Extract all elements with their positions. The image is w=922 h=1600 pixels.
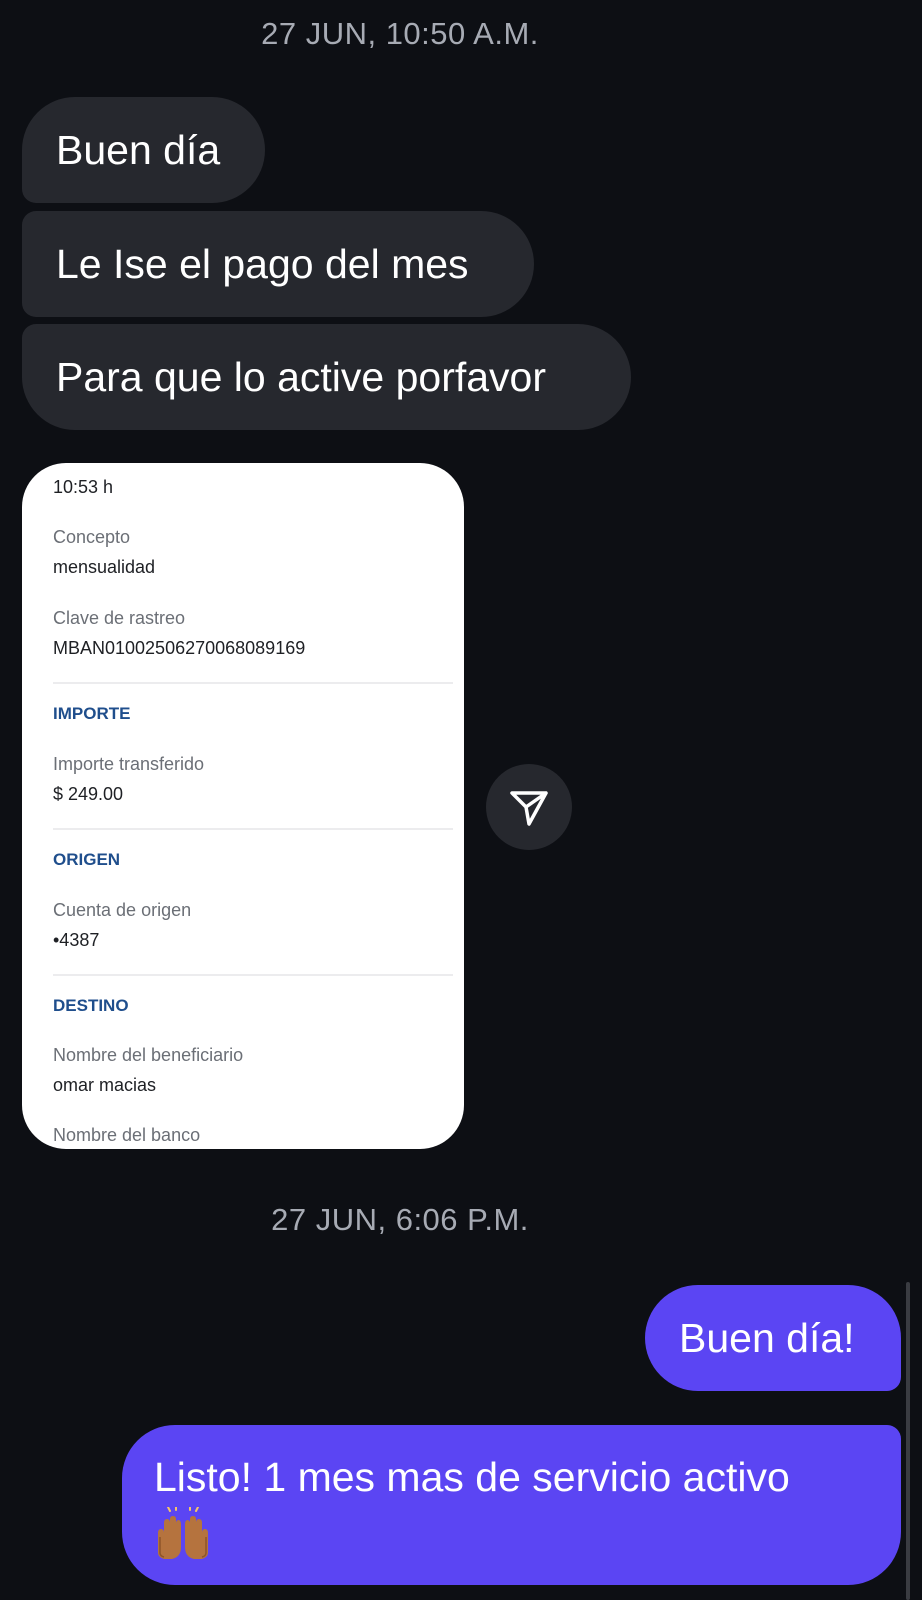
receipt-importe-label: Importe transferido (53, 754, 205, 774)
receipt-clave-label: Clave de rastreo (53, 608, 186, 628)
payment-receipt-image[interactable]: 10:53 h Concepto mensualidad Clave de ra… (22, 463, 464, 1149)
scrollbar[interactable] (906, 1282, 910, 1600)
receipt-section-destino: DESTINO (53, 996, 129, 1015)
receipt-clave-value: MBAN01002506270068089169 (53, 638, 306, 658)
outgoing-message[interactable]: Listo! 1 mes mas de servicio activo (122, 1425, 901, 1585)
receipt-concepto-label: Concepto (53, 527, 131, 547)
receipt-time: 10:53 h (53, 477, 114, 497)
share-button[interactable] (486, 764, 572, 850)
receipt-section-importe: IMPORTE (53, 704, 131, 723)
receipt-divider (53, 828, 453, 830)
timestamp-divider: 27 JUN, 6:06 P.M. (271, 1202, 529, 1237)
paper-plane-icon (510, 791, 548, 826)
receipt-beneficiario-label: Nombre del beneficiario (53, 1045, 244, 1065)
receipt-divider (53, 974, 453, 976)
incoming-message[interactable]: Para que lo active porfavor (22, 324, 631, 430)
receipt-divider (53, 682, 453, 684)
receipt-banco-label: Nombre del banco (53, 1125, 201, 1145)
outgoing-message-text: Listo! 1 mes mas de servicio activo (154, 1454, 790, 1500)
receipt-concepto-value: mensualidad (53, 557, 156, 577)
outgoing-message[interactable]: Buen día! (645, 1285, 901, 1391)
receipt-beneficiario-value: omar macias (53, 1075, 157, 1095)
receipt-section-origen: ORIGEN (53, 850, 121, 869)
receipt-importe-value: $ 249.00 (53, 784, 124, 804)
receipt-cuenta-label: Cuenta de origen (53, 900, 192, 920)
timestamp-divider: 27 JUN, 10:50 A.M. (261, 16, 539, 51)
incoming-message[interactable]: Le Ise el pago del mes (22, 211, 534, 317)
raising-hands-emoji (154, 1506, 212, 1561)
incoming-message[interactable]: Buen día (22, 97, 265, 203)
receipt-cuenta-value: •4387 (53, 930, 100, 950)
